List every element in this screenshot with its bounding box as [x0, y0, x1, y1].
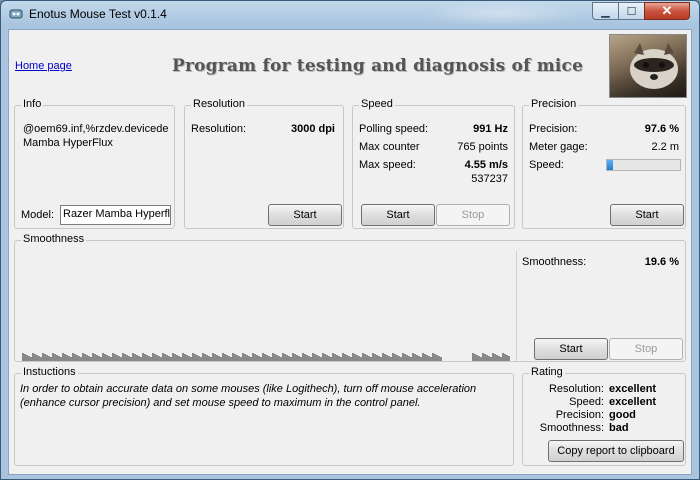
resolution-group: Resolution Resolution: 3000 dpi Start	[184, 98, 344, 229]
close-button[interactable]: ✕	[644, 2, 690, 20]
titlebar-glow	[421, 1, 581, 27]
window-title: Enotus Mouse Test v0.1.4	[29, 7, 167, 21]
instructions-title: Instuctions	[21, 366, 78, 378]
close-icon: ✕	[661, 3, 673, 18]
raccoon-image	[630, 43, 678, 89]
client-area: Home page Program for testing and diagno…	[8, 29, 692, 475]
resolution-title: Resolution	[191, 98, 247, 110]
minimize-icon: ▁	[601, 5, 610, 18]
info-line-1: @oem69.inf,%rzdev.devicede	[23, 123, 169, 135]
rating-value: excellent	[609, 383, 657, 395]
rating-title: Rating	[529, 366, 565, 378]
rating-key: Smoothness:	[539, 422, 604, 434]
precision-label: Precision:	[529, 123, 578, 135]
meter-gage-value: 2.2 m	[651, 141, 679, 153]
resolution-start-button[interactable]: Start	[268, 204, 342, 226]
copy-report-button[interactable]: Copy report to clipboard	[548, 440, 684, 462]
speed-group: Speed Polling speed: 991 Hz Max counter …	[352, 98, 515, 229]
polling-speed-label: Polling speed:	[359, 123, 429, 135]
model-label: Model:	[21, 209, 55, 221]
raccoon-photo	[609, 34, 687, 98]
smoothness-label: Smoothness:	[522, 256, 587, 268]
rating-key: Resolution:	[548, 383, 604, 395]
meter-gage-label: Meter gage:	[529, 141, 588, 153]
smoothness-start-button[interactable]: Start	[534, 338, 608, 360]
app-icon	[9, 9, 23, 19]
rating-key: Precision:	[555, 409, 604, 421]
precision-value: 97.6 %	[644, 123, 679, 135]
app-window: Enotus Mouse Test v0.1.4 ▁ ☐ ✕ Home page…	[0, 0, 700, 480]
model-input[interactable]: Razer Mamba Hyperflu	[60, 205, 171, 225]
max-counter-value: 765 points	[457, 141, 508, 153]
instructions-group: Instuctions In order to obtain accurate …	[14, 366, 514, 466]
smoothness-value: 19.6 %	[644, 256, 679, 268]
rating-value: excellent	[609, 396, 657, 408]
precision-title: Precision	[529, 98, 579, 110]
smoothness-title: Smoothness	[21, 233, 87, 245]
smoothness-divider	[516, 251, 517, 361]
max-speed-sub: 537237	[471, 173, 508, 185]
rating-key: Speed:	[569, 396, 604, 408]
precision-start-button[interactable]: Start	[610, 204, 684, 226]
maximize-button[interactable]: ☐	[618, 2, 645, 20]
speed-gauge-fill	[607, 160, 613, 170]
resolution-value: 3000 dpi	[290, 123, 335, 135]
resolution-label: Resolution:	[191, 123, 247, 135]
home-page-link[interactable]: Home page	[15, 60, 72, 72]
title-bar[interactable]: Enotus Mouse Test v0.1.4 ▁ ☐ ✕	[1, 1, 699, 27]
max-speed-label: Max speed:	[359, 159, 416, 171]
speed-gauge	[606, 159, 681, 171]
max-speed-value: 4.55 m/s	[464, 159, 508, 171]
info-group: Info @oem69.inf,%rzdev.devicede Mamba Hy…	[14, 98, 175, 229]
polling-speed-value: 991 Hz	[473, 123, 508, 135]
rating-value: good	[609, 409, 636, 421]
maximize-icon: ☐	[626, 5, 637, 18]
smoothness-ticks	[22, 353, 510, 361]
minimize-button[interactable]: ▁	[592, 2, 619, 20]
smoothness-stop-button[interactable]: Stop	[609, 338, 683, 360]
instructions-text: In order to obtain accurate data on some…	[20, 383, 477, 409]
rating-group: Rating Resolution: excellent Speed: excell…	[522, 366, 686, 466]
rating-value: bad	[609, 422, 629, 434]
smoothness-plot	[21, 253, 511, 361]
info-line-2: Mamba HyperFlux	[23, 137, 113, 149]
speed-start-button[interactable]: Start	[361, 204, 435, 226]
info-title: Info	[21, 98, 44, 110]
precision-group: Precision Precision: 97.6 % Meter gage: …	[522, 98, 686, 229]
max-counter-label: Max counter	[359, 141, 420, 153]
page-heading: Program for testing and diagnosis of mic…	[172, 56, 584, 76]
speed-title: Speed	[359, 98, 395, 110]
smoothness-group: Smoothness Smoothness: 19.6 % Start Stop	[14, 233, 686, 362]
speed-stop-button[interactable]: Stop	[436, 204, 510, 226]
speed-gauge-label: Speed:	[529, 159, 564, 171]
